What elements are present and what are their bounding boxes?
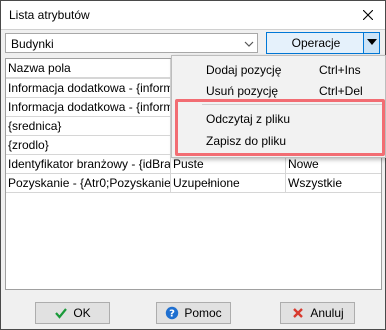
title-bar: Lista atrybutów xyxy=(1,1,385,30)
layer-select[interactable]: Budynki xyxy=(5,33,258,53)
table-cell: Pozyskanie - {Atr0;Pozyskanie} xyxy=(6,174,171,193)
close-icon xyxy=(361,8,375,22)
cancel-x-icon xyxy=(291,306,305,320)
menu-item-label: Dodaj pozycję xyxy=(206,63,282,77)
menu-item-label: Usuń pozycję xyxy=(206,84,279,98)
table-cell: Informacja dodatkowa - {informaci xyxy=(6,98,171,117)
table-cell: Informacja dodatkowa - {informaci xyxy=(6,79,171,98)
ok-button-label: OK xyxy=(73,306,91,320)
svg-text:?: ? xyxy=(169,309,175,320)
close-button[interactable] xyxy=(351,1,385,29)
table-cell: Wszystkie xyxy=(286,174,381,193)
table-cell: Uzupełnione xyxy=(171,174,286,193)
table-cell: Identyfikator branżowy - {idBranzo xyxy=(6,155,171,174)
column-header-field-name[interactable]: Nazwa pola xyxy=(6,59,171,78)
operations-split-button[interactable]: Operacje xyxy=(266,32,380,54)
operations-dropdown-toggle[interactable] xyxy=(363,33,379,53)
menu-item-shortcut: Ctrl+Del xyxy=(319,84,363,98)
help-button[interactable]: ? Pomoc xyxy=(156,302,231,324)
window-title: Lista atrybutów xyxy=(9,8,90,22)
annotation-highlight-box xyxy=(175,99,385,156)
cancel-button[interactable]: Anuluj xyxy=(280,302,355,324)
dropdown-arrow-icon xyxy=(367,39,377,45)
operations-button-label: Operacje xyxy=(291,36,341,50)
ok-button[interactable]: OK xyxy=(35,302,110,324)
checkmark-icon xyxy=(54,306,68,320)
attribute-list-dialog: Lista atrybutów Budynki Operacje Nazwa p… xyxy=(0,0,386,330)
table-row[interactable]: Pozyskanie - {Atr0;Pozyskanie} Uzupełnio… xyxy=(6,174,381,193)
table-cell: {zrodlo} xyxy=(6,136,171,155)
table-cell: {srednica} xyxy=(6,117,171,136)
cancel-button-label: Anuluj xyxy=(310,306,344,320)
menu-item-add-position[interactable]: Dodaj pozycję Ctrl+Ins xyxy=(173,59,384,81)
menu-item-shortcut: Ctrl+Ins xyxy=(319,63,361,77)
help-button-label: Pomoc xyxy=(184,306,222,320)
help-icon: ? xyxy=(165,306,179,320)
button-bar: OK ? Pomoc Anuluj xyxy=(1,294,385,329)
chevron-down-icon xyxy=(243,38,255,48)
layer-select-value: Budynki xyxy=(11,37,54,51)
